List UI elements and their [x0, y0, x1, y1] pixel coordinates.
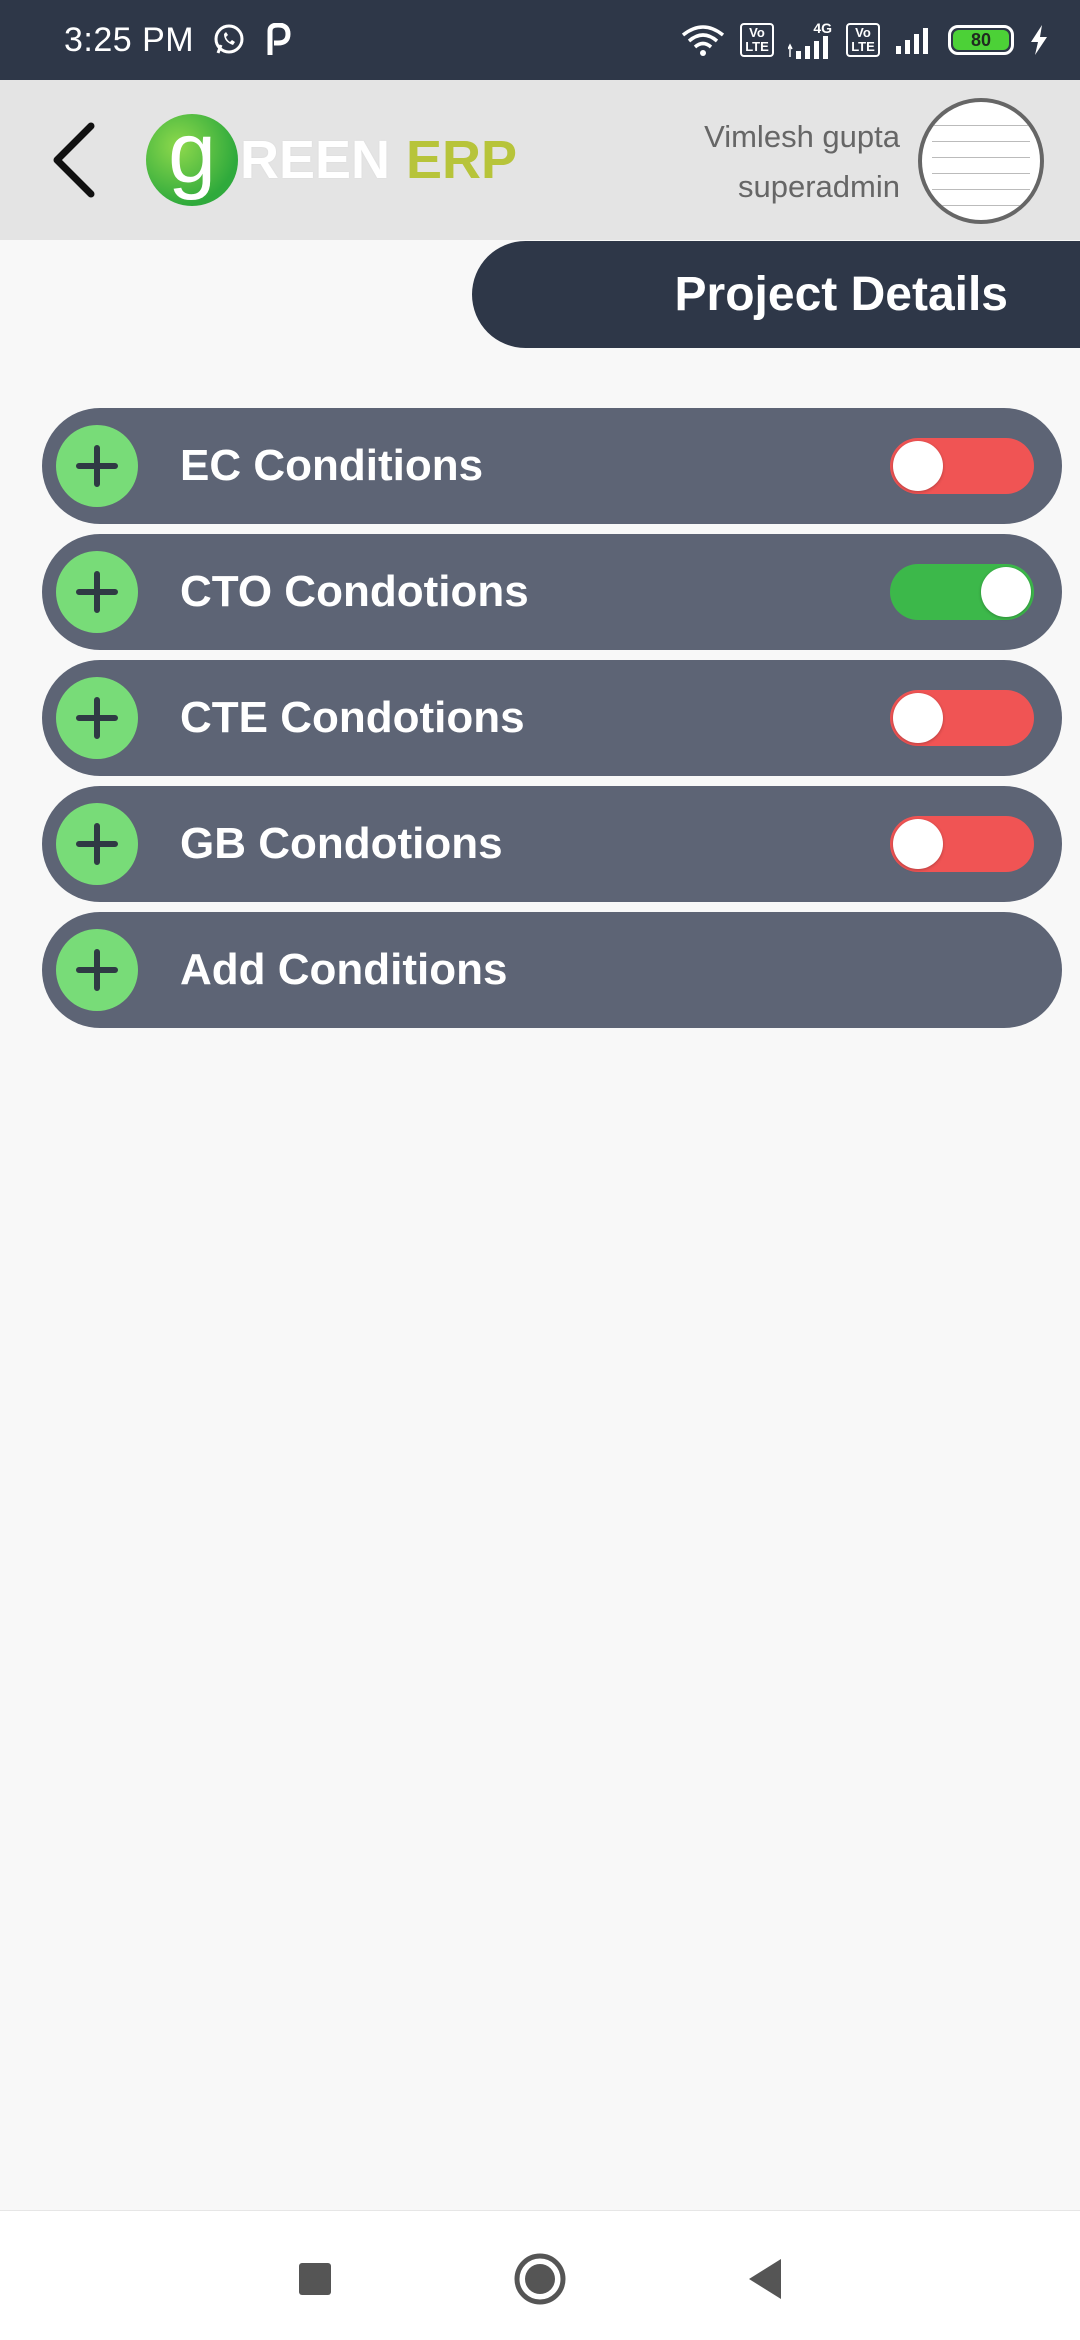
status-left: 3:25 PM [64, 21, 294, 60]
battery-indicator: 80 [948, 25, 1014, 55]
home-circle-icon [514, 2253, 566, 2305]
condition-toggle[interactable] [890, 816, 1034, 872]
plus-icon[interactable] [56, 551, 138, 633]
user-info: Vimlesh gupta superadmin [704, 112, 900, 212]
condition-row-gb[interactable]: GB Condotions [42, 786, 1062, 902]
condition-label: GB Condotions [180, 819, 503, 868]
condition-toggle[interactable] [890, 564, 1034, 620]
whatsapp-icon [212, 23, 246, 57]
home-button[interactable] [510, 2249, 570, 2309]
toggle-knob [893, 441, 943, 491]
status-right: Vo LTE 4G Vo LTE 80 [680, 21, 1050, 59]
plus-icon[interactable] [56, 929, 138, 1011]
paytm-icon [264, 23, 294, 57]
wifi-icon [680, 23, 726, 57]
condition-toggle[interactable] [890, 438, 1034, 494]
page-title: Project Details [674, 268, 1008, 321]
app-header: g REEN ERP Vimlesh gupta superadmin [0, 80, 1080, 240]
recents-button[interactable] [285, 2249, 345, 2309]
plus-icon[interactable] [56, 677, 138, 759]
back-arrow-icon [53, 122, 95, 198]
back-button[interactable] [40, 120, 110, 200]
green-erp-logo: g REEN ERP [146, 110, 517, 210]
condition-label: EC Conditions [180, 441, 484, 490]
condition-label: CTE Condotions [180, 693, 525, 742]
signal-icon: 4G [788, 21, 832, 59]
toggle-knob [893, 693, 943, 743]
system-nav-bar [0, 2210, 1080, 2340]
condition-label: CTO Condotions [180, 567, 529, 616]
network-type-label: 4G [813, 20, 832, 36]
condition-row-ec[interactable]: EC Conditions [42, 408, 1062, 524]
logo-erp: ERP [406, 130, 518, 190]
avatar[interactable] [918, 98, 1044, 224]
logo-reen: REEN [240, 130, 391, 190]
status-time: 3:25 PM [64, 20, 195, 59]
toggle-knob [893, 819, 943, 869]
volte-badge-2: Vo LTE [846, 23, 880, 57]
page-title-tab: Project Details [472, 241, 1080, 348]
add-conditions-button[interactable]: Add Conditions [42, 912, 1062, 1028]
plus-icon[interactable] [56, 803, 138, 885]
user-name: Vimlesh gupta [704, 119, 900, 154]
square-icon [299, 2263, 331, 2295]
add-conditions-label: Add Conditions [180, 945, 508, 994]
user-role: superadmin [738, 169, 900, 204]
toggle-knob [981, 567, 1031, 617]
condition-row-cto[interactable]: CTO Condotions [42, 534, 1062, 650]
logo-g: g [146, 110, 238, 206]
volte-badge: Vo LTE [740, 23, 774, 57]
condition-toggle[interactable] [890, 690, 1034, 746]
triangle-back-icon [749, 2259, 781, 2299]
battery-level: 80 [953, 30, 1009, 50]
status-bar: 3:25 PM Vo LTE 4G Vo LTE 80 [0, 0, 1080, 80]
plus-icon[interactable] [56, 425, 138, 507]
signal-icon-2 [894, 26, 934, 54]
charging-icon [1028, 24, 1050, 56]
back-nav-button[interactable] [735, 2249, 795, 2309]
condition-row-cte[interactable]: CTE Condotions [42, 660, 1062, 776]
